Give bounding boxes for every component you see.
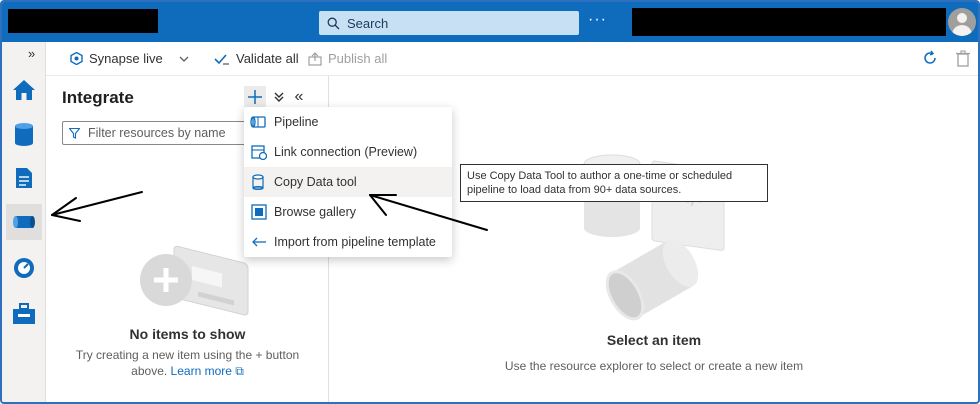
rail-item-develop[interactable] — [6, 160, 42, 196]
toolbar: Synapse live Validate all Publish all — [46, 42, 978, 76]
app-window: Search ··· » Synapse live Validate all P… — [0, 0, 980, 404]
synapse-icon — [70, 52, 83, 65]
search-icon — [327, 17, 340, 29]
search-placeholder: Search — [347, 15, 389, 31]
pipeline-icon — [13, 216, 35, 228]
validate-all-label: Validate all — [236, 51, 299, 66]
chevron-double-down-icon — [274, 92, 284, 102]
expand-rail-icon[interactable]: » — [28, 46, 35, 61]
pipeline-icon — [250, 113, 268, 131]
filter-icon — [69, 127, 80, 139]
database-icon — [15, 123, 33, 146]
menu-item-label: Copy Data tool — [274, 175, 357, 189]
learn-more-link[interactable]: Learn more ⧉ — [171, 364, 244, 378]
left-rail: » — [2, 42, 46, 402]
validate-check-icon — [214, 53, 229, 65]
rail-item-integrate[interactable] — [6, 204, 42, 240]
rail-item-data[interactable] — [6, 116, 42, 152]
filter-placeholder: Filter resources by name — [88, 126, 226, 140]
home-icon — [13, 80, 35, 100]
menu-item-copy-data-tool[interactable]: Copy Data tool — [244, 167, 452, 197]
workspace-mode-label: Synapse live — [89, 51, 163, 66]
plus-icon — [248, 90, 262, 104]
collapse-panel-button[interactable]: « — [288, 86, 310, 108]
publish-icon — [308, 51, 322, 66]
search-box[interactable]: Search — [319, 11, 579, 35]
redacted-block — [632, 8, 946, 36]
menu-item-browse-gallery[interactable]: Browse gallery — [244, 197, 452, 227]
expand-all-button[interactable] — [268, 86, 290, 108]
validate-all-button[interactable]: Validate all — [214, 51, 299, 66]
monitor-gauge-icon — [14, 258, 34, 278]
avatar[interactable] — [948, 8, 976, 36]
panel-title: Integrate — [62, 88, 134, 107]
link-connection-icon — [250, 143, 268, 161]
main-empty-title: Select an item — [606, 332, 702, 348]
workspace-mode-dropdown[interactable]: Synapse live — [70, 51, 195, 66]
empty-state-title: No items to show — [129, 326, 246, 342]
redacted-block — [8, 9, 158, 33]
add-resource-button[interactable] — [244, 86, 266, 108]
menu-item-link-connection[interactable]: Link connection (Preview) — [244, 137, 452, 167]
rail-item-manage[interactable] — [6, 296, 42, 332]
rail-item-monitor[interactable] — [6, 250, 42, 286]
document-icon — [16, 168, 32, 188]
chevron-down-icon — [179, 56, 189, 62]
publish-all-button[interactable]: Publish all — [308, 51, 387, 66]
menu-item-label: Link connection (Preview) — [274, 145, 418, 159]
menu-item-label: Import from pipeline template — [274, 235, 436, 249]
rail-item-home[interactable] — [6, 72, 42, 108]
menu-item-label: Browse gallery — [274, 205, 356, 219]
copy-data-icon — [250, 173, 268, 191]
import-icon — [250, 233, 268, 251]
toolbox-icon — [13, 303, 35, 324]
copy-data-tooltip: Use Copy Data Tool to author a one-time … — [460, 164, 768, 202]
more-options-icon[interactable]: ··· — [588, 11, 607, 29]
menu-item-import-template[interactable]: Import from pipeline template — [244, 227, 452, 257]
empty-state-text: Try creating a new item using the + butt… — [66, 347, 309, 379]
refresh-icon[interactable] — [922, 50, 938, 66]
menu-item-label: Pipeline — [274, 115, 319, 129]
discard-trash-icon[interactable] — [955, 50, 971, 67]
gallery-icon — [250, 203, 268, 221]
main-empty-text: Use the resource explorer to select or c… — [504, 359, 804, 373]
top-bar: Search ··· — [2, 2, 978, 42]
publish-all-label: Publish all — [328, 51, 388, 66]
menu-item-pipeline[interactable]: Pipeline — [244, 107, 452, 137]
add-resource-menu: Pipeline Link connection (Preview) Copy … — [244, 107, 452, 257]
